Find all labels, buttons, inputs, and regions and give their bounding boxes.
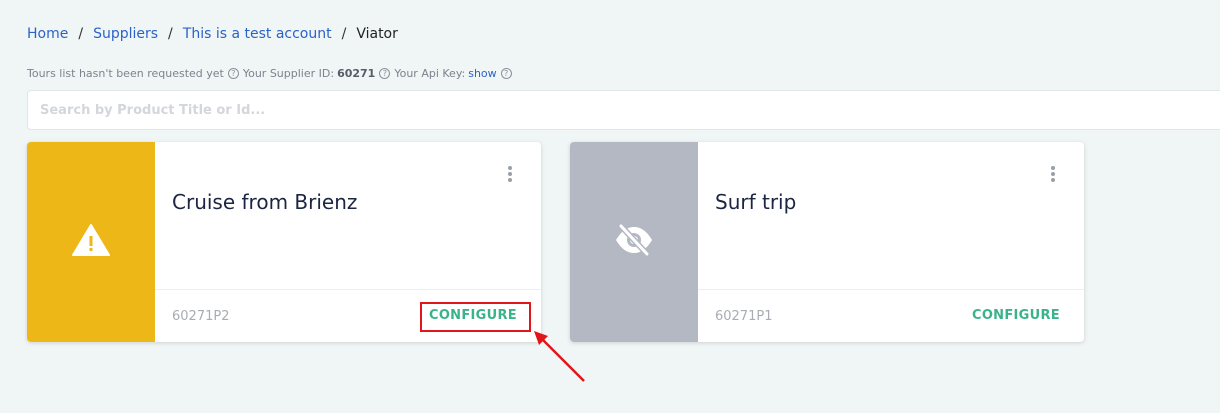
annotation-highlight-box — [420, 302, 531, 332]
breadcrumb-separator: / — [168, 26, 173, 42]
product-code: 60271P2 — [172, 309, 230, 324]
product-title: Surf trip — [715, 190, 797, 214]
product-code: 60271P1 — [715, 309, 773, 324]
product-title: Cruise from Brienz — [172, 190, 358, 214]
breadcrumb: Home / Suppliers / This is a test accoun… — [27, 26, 398, 42]
breadcrumb-home[interactable]: Home — [27, 26, 68, 42]
search-input[interactable] — [28, 91, 1220, 129]
breadcrumb-separator: / — [341, 26, 347, 42]
breadcrumb-account[interactable]: This is a test account — [183, 26, 332, 42]
tours-status-text: Tours list hasn't been requested yet — [27, 67, 224, 80]
help-icon[interactable]: ? — [379, 68, 391, 79]
help-icon[interactable]: ? — [227, 68, 239, 79]
more-options-icon[interactable] — [1050, 166, 1056, 184]
help-icon[interactable]: ? — [500, 68, 512, 79]
eye-off-icon — [613, 222, 655, 262]
product-card: Surf trip 60271P1 CONFIGURE — [570, 142, 1084, 342]
show-api-key-link[interactable]: show — [468, 67, 496, 80]
breadcrumb-separator: / — [78, 26, 84, 42]
product-status-panel — [570, 142, 698, 342]
supplier-id-value: 60271 — [337, 67, 376, 80]
more-options-icon[interactable] — [507, 166, 513, 184]
card-footer: 60271P1 CONFIGURE — [698, 289, 1084, 342]
breadcrumb-current: Viator — [356, 26, 398, 42]
configure-button[interactable]: CONFIGURE — [972, 308, 1060, 323]
search-box — [27, 90, 1220, 130]
api-key-label: Your Api Key: — [394, 67, 466, 80]
warning-icon — [71, 223, 111, 261]
product-status-panel — [27, 142, 155, 342]
supplier-id-label: Your Supplier ID: — [242, 67, 335, 80]
supplier-info-line: Tours list hasn't been requested yet ? Y… — [27, 67, 516, 80]
annotation-arrow-icon — [534, 331, 585, 382]
breadcrumb-suppliers[interactable]: Suppliers — [93, 26, 158, 42]
